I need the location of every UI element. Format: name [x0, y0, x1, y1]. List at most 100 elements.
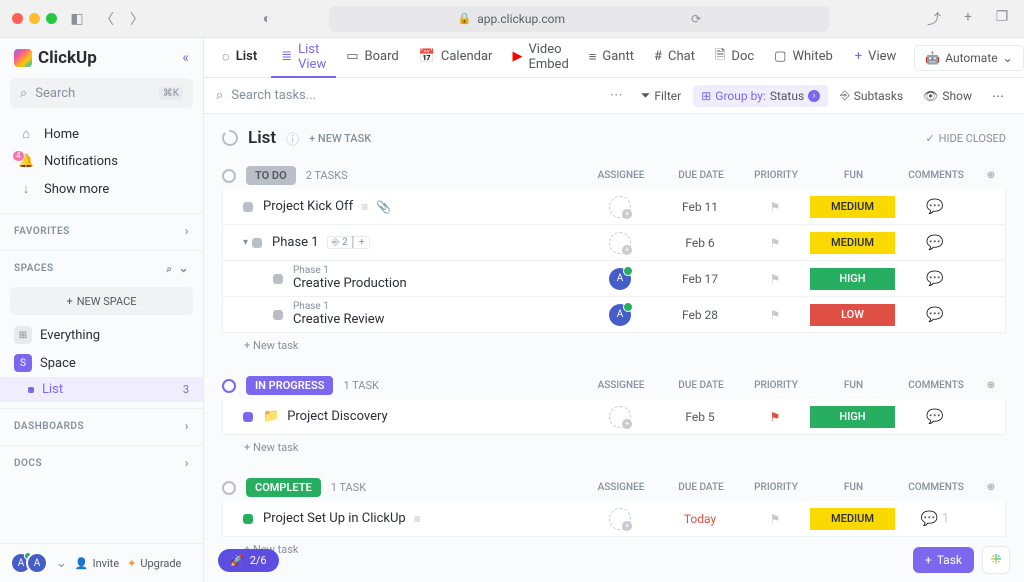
add-column-icon[interactable]: ⊕ [976, 482, 1006, 493]
comments-icon[interactable]: 💬 [895, 199, 975, 215]
task-row[interactable]: Phase 1Creative Production A Feb 17 ⚑ HI… [222, 261, 1006, 297]
group-status-label[interactable]: COMPLETE [246, 478, 321, 497]
filter-button[interactable]: ⏷Filter [633, 84, 689, 107]
nav-back-icon[interactable]: 〈 [97, 9, 117, 29]
dashboards-section[interactable]: DASHBOARDS› [0, 408, 203, 439]
groupby-button[interactable]: ⊞Group by: Status › [693, 85, 828, 107]
group-status-icon[interactable] [222, 481, 236, 495]
docs-section[interactable]: DOCS› [0, 445, 203, 476]
search-tasks-input[interactable]: ⌕Search tasks... [216, 88, 600, 103]
nav-home[interactable]: ⌂Home [8, 120, 195, 148]
task-status-icon[interactable] [243, 202, 253, 212]
task-row[interactable]: 📁Project Discovery Feb 5 ⚑ HIGH 💬 [222, 399, 1006, 435]
due-date[interactable]: Feb 11 [660, 200, 740, 214]
url-bar[interactable]: 🔒 app.clickup.com ⟳ [329, 6, 829, 32]
user-avatars[interactable]: AA [10, 552, 48, 574]
task-row[interactable]: Phase 1Creative Review A Feb 28 ⚑ LOW 💬 [222, 297, 1006, 333]
view-whiteb[interactable]: ▢Whiteb [764, 38, 843, 78]
invite-button[interactable]: 👤Invite [75, 557, 119, 570]
new-task-row[interactable]: + New task [222, 435, 1006, 460]
show-button[interactable]: 👁Show [915, 85, 980, 107]
nav-notifications[interactable]: 4🔔Notifications [8, 148, 195, 175]
task-status-icon[interactable] [273, 310, 283, 320]
add-view-button[interactable]: +View [845, 38, 907, 78]
new-task-row[interactable]: + New task [222, 537, 1006, 562]
due-date[interactable]: Feb 17 [660, 272, 740, 286]
task-status-icon[interactable] [252, 238, 262, 248]
more-options-icon[interactable]: ⋯ [984, 85, 1012, 107]
priority-flag-icon[interactable]: ⚑ [740, 308, 810, 322]
space-everything[interactable]: ⊞Everything [0, 321, 203, 349]
remove-icon[interactable]: › [808, 90, 820, 102]
more-icon[interactable]: ⋯ [610, 88, 623, 103]
comments-icon[interactable]: 💬 1 [895, 511, 975, 527]
comments-icon[interactable]: 💬 [895, 271, 975, 287]
spaces-section[interactable]: SPACES ⌕⌄ [0, 250, 203, 281]
priority-flag-icon[interactable]: ⚑ [740, 410, 810, 424]
fun-field[interactable]: HIGH [810, 406, 895, 428]
collapse-sidebar-icon[interactable]: « [182, 50, 189, 66]
space-space[interactable]: SSpace [0, 349, 203, 377]
avatar-menu-icon[interactable]: ⌄ [56, 556, 67, 571]
group-status-icon[interactable] [222, 379, 236, 393]
new-task-row[interactable]: + New task [222, 333, 1006, 358]
search-input[interactable]: ⌕Search ⌘K [10, 78, 193, 108]
view-gantt[interactable]: ≡Gantt [579, 38, 644, 78]
info-icon[interactable]: ⓘ [286, 129, 299, 148]
task-row[interactable]: Project Set Up in ClickUp≡ Today ⚑ MEDIU… [222, 501, 1006, 537]
task-status-icon[interactable] [243, 412, 253, 422]
group-status-label[interactable]: IN PROGRESS [246, 376, 333, 395]
subtasks-button[interactable]: ⎆Subtasks [832, 84, 911, 107]
fun-field[interactable]: LOW [810, 304, 895, 326]
upgrade-button[interactable]: ✦Upgrade [127, 557, 181, 570]
shield-icon[interactable]: ◐ [257, 10, 277, 27]
list-title[interactable]: ◌List [212, 38, 267, 78]
new-space-button[interactable]: +NEW SPACE [10, 287, 193, 315]
assignee-empty[interactable] [609, 196, 631, 218]
assignee-empty[interactable] [609, 232, 631, 254]
due-date[interactable]: Today [660, 512, 740, 526]
new-task-button[interactable]: + NEW TASK [309, 132, 371, 145]
view-list-view[interactable]: ≣List View [271, 38, 336, 78]
group-status-label[interactable]: TO DO [246, 166, 296, 185]
search-spaces-icon[interactable]: ⌕ [166, 264, 172, 275]
view-calendar[interactable]: 📅Calendar [409, 38, 503, 78]
assignee-empty[interactable] [609, 508, 631, 530]
priority-flag-icon[interactable]: ⚑ [740, 272, 810, 286]
task-status-icon[interactable] [243, 514, 253, 524]
add-column-icon[interactable]: ⊕ [976, 170, 1006, 181]
assignee-avatar[interactable]: A [609, 304, 631, 326]
view-board[interactable]: ▭Board [336, 38, 409, 78]
fun-field[interactable]: MEDIUM [810, 232, 895, 254]
onboarding-pill[interactable]: 🚀2/6 [218, 549, 279, 572]
assignee-empty[interactable] [609, 406, 631, 428]
due-date[interactable]: Feb 6 [660, 236, 740, 250]
space-list[interactable]: List3 [0, 377, 203, 402]
sidebar-toggle-icon[interactable]: ◧ [67, 11, 87, 27]
comments-icon[interactable]: 💬 [895, 409, 975, 425]
hide-closed-button[interactable]: ✓HIDE CLOSED [925, 132, 1006, 145]
priority-flag-icon[interactable]: ⚑ [740, 512, 810, 526]
automate-button[interactable]: 🤖Automate⌄ [914, 45, 1023, 71]
window-controls[interactable] [12, 13, 57, 24]
view-video-embed[interactable]: ▶Video Embed [502, 38, 578, 78]
fun-field[interactable]: MEDIUM [810, 508, 895, 530]
tabs-icon[interactable]: ❐ [992, 9, 1012, 29]
collapse-icon[interactable]: ▾ [243, 237, 248, 248]
share-icon[interactable]: ⤴ [924, 9, 944, 29]
priority-flag-icon[interactable]: ⚑ [740, 236, 810, 250]
assignee-avatar[interactable]: A [609, 268, 631, 290]
task-status-icon[interactable] [273, 274, 283, 284]
apps-button[interactable]: ⁜ [982, 546, 1010, 574]
due-date[interactable]: Feb 5 [660, 410, 740, 424]
comments-icon[interactable]: 💬 [895, 307, 975, 323]
view-doc[interactable]: 🗎Doc [705, 38, 764, 78]
reload-icon[interactable]: ⟳ [691, 12, 701, 26]
group-status-icon[interactable] [222, 169, 236, 183]
comments-icon[interactable]: 💬 [895, 235, 975, 251]
add-column-icon[interactable]: ⊕ [976, 380, 1006, 391]
favorites-section[interactable]: FAVORITES› [0, 213, 203, 244]
priority-flag-icon[interactable]: ⚑ [740, 200, 810, 214]
task-row[interactable]: Project Kick Off≡📎 Feb 11 ⚑ MEDIUM 💬 [222, 189, 1006, 225]
logo[interactable]: ClickUp [14, 48, 97, 68]
